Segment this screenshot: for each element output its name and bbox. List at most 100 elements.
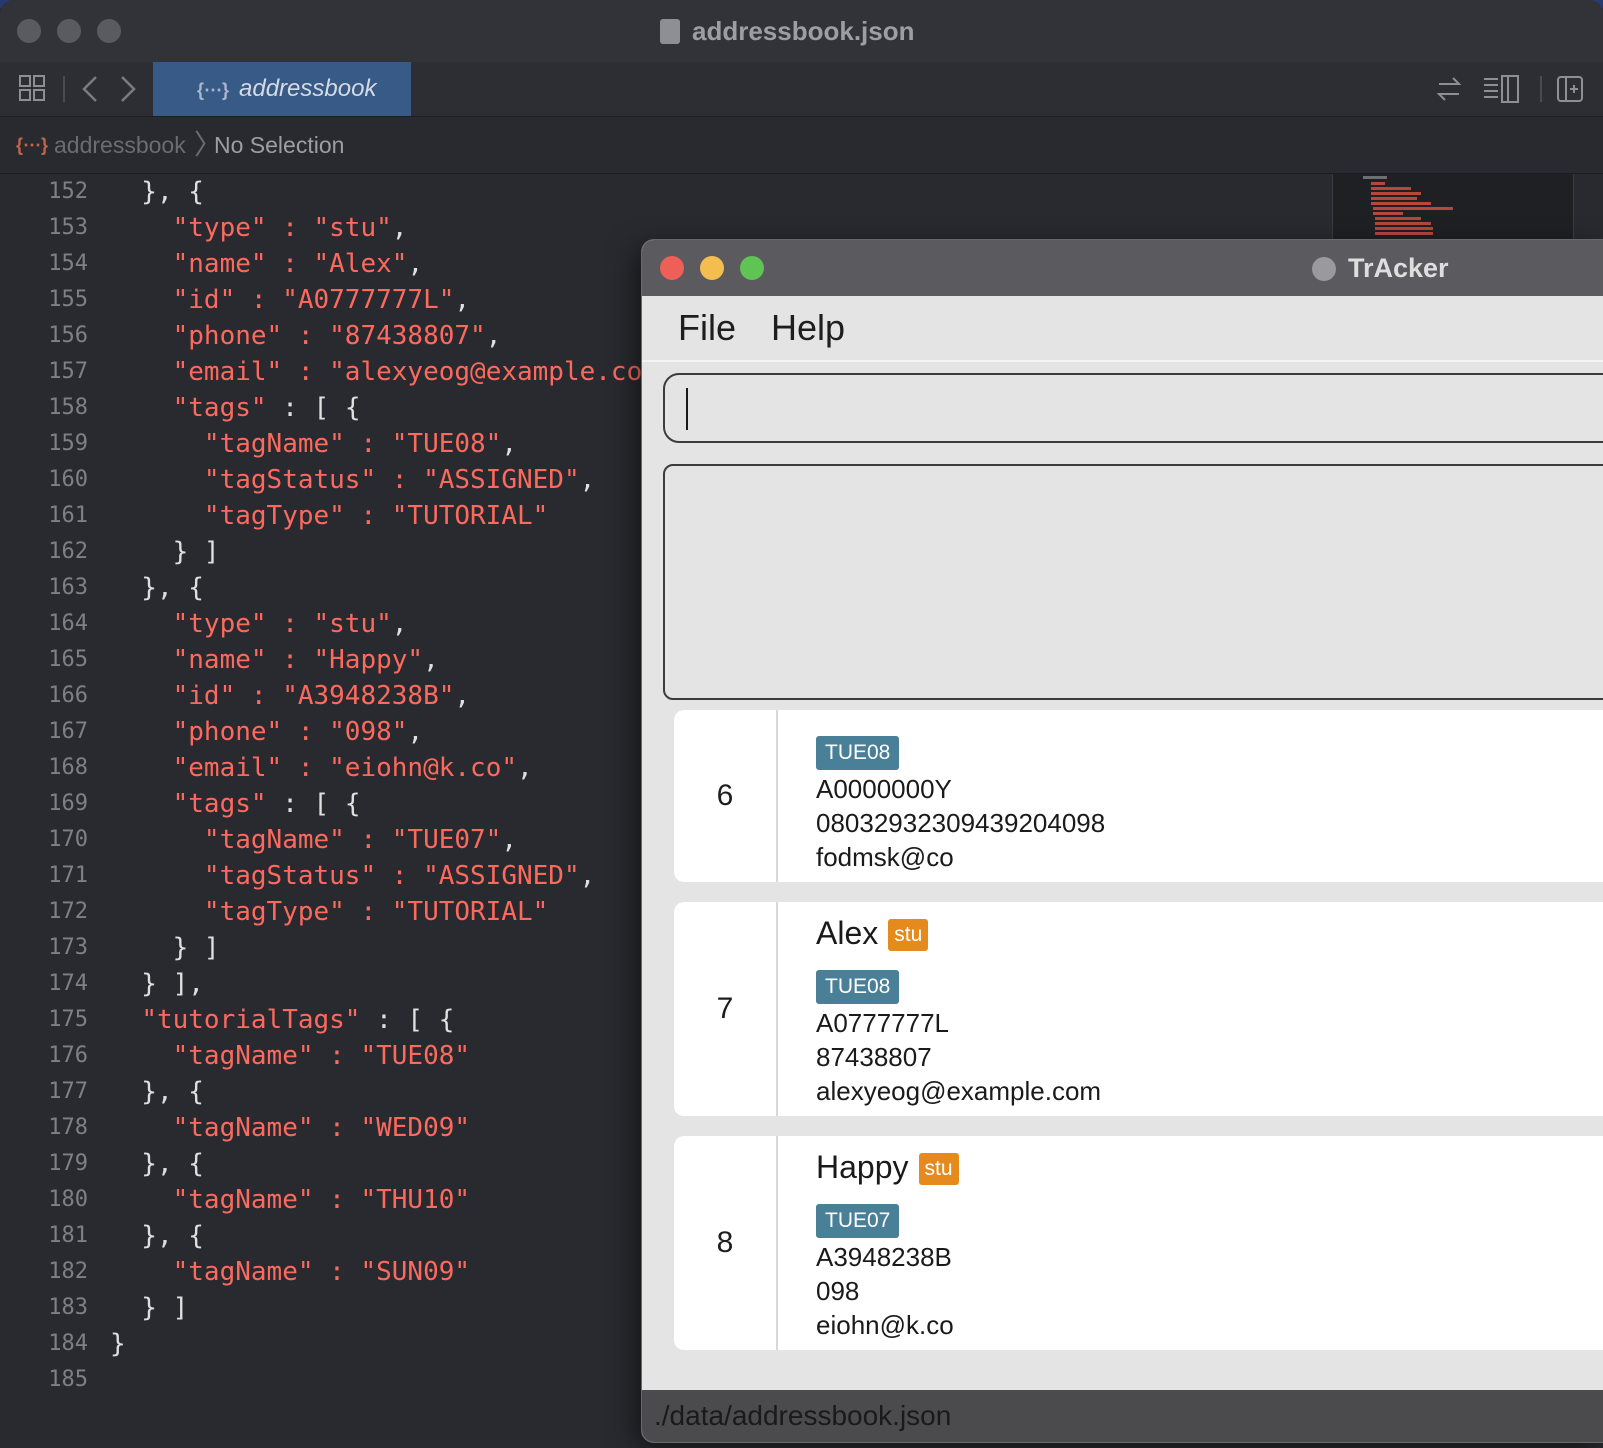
code-line[interactable] — [110, 1362, 670, 1398]
code-line[interactable]: "tagName" : "THU10" — [110, 1182, 670, 1218]
tab-addressbook[interactable]: {⋯} addressbook — [153, 62, 411, 116]
code-punctuation — [110, 645, 173, 675]
code-line[interactable]: }, { — [110, 1074, 670, 1110]
code-string: "type" : "stu" — [172, 213, 392, 243]
person-email: alexyeog@example.com — [816, 1076, 1102, 1106]
minimap[interactable] — [1332, 174, 1574, 241]
line-number: 159 — [48, 431, 88, 456]
code-punctuation: , — [517, 753, 533, 783]
code-line[interactable]: "tagName" : "TUE08", — [110, 426, 670, 462]
code-line[interactable]: "type" : "stu", — [110, 210, 670, 246]
code-line[interactable]: } — [110, 1326, 670, 1362]
code-punctuation — [110, 501, 204, 531]
document-icon — [660, 19, 680, 44]
code-line[interactable]: "id" : "A3948238B", — [110, 678, 670, 714]
person-name: Alex — [816, 915, 879, 951]
code-punctuation — [110, 609, 173, 639]
code-punctuation — [110, 1257, 173, 1287]
close-button[interactable] — [660, 256, 684, 280]
tab-label: addressbook — [239, 75, 377, 102]
json-file-icon: {⋯} — [16, 135, 49, 155]
code-string: "tagType" : "TUTORIAL" — [203, 897, 549, 927]
code-string: "tutorialTags" — [141, 1005, 361, 1035]
code-line[interactable]: "tagStatus" : "ASSIGNED", — [110, 858, 670, 894]
zoom-button[interactable] — [97, 19, 121, 43]
code-line[interactable]: "tags" : [ { — [110, 390, 670, 426]
command-input[interactable] — [663, 373, 1603, 443]
breadcrumb-selection[interactable]: No Selection — [214, 117, 344, 173]
code-text[interactable]: }, { "type" : "stu", "name" : "Alex", "i… — [110, 174, 670, 1448]
code-line[interactable]: } ], — [110, 966, 670, 1002]
person-details: TUE08 A0000000Y 08032932309439204098 fod… — [816, 736, 1105, 874]
code-line[interactable]: "phone" : "098", — [110, 714, 670, 750]
grid-icon[interactable] — [18, 74, 46, 102]
code-line[interactable]: "tagName" : "SUN09" — [110, 1254, 670, 1290]
line-number: 182 — [48, 1259, 88, 1284]
code-punctuation: , — [423, 645, 439, 675]
code-line[interactable]: "tagType" : "TUTORIAL" — [110, 894, 670, 930]
forward-arrow-icon[interactable] — [118, 74, 138, 104]
code-line[interactable]: "tags" : [ { — [110, 786, 670, 822]
code-string: "type" : "stu" — [172, 609, 392, 639]
person-id: A0000000Y — [816, 774, 952, 804]
add-editor-icon[interactable] — [1556, 75, 1584, 103]
zoom-button[interactable] — [740, 256, 764, 280]
toolbar-divider — [63, 76, 65, 102]
person-card[interactable]: 8 Happy stu TUE07 A3948238B 098 eiohn@k.c… — [674, 1136, 1603, 1350]
tracker-title-text: TrAcker — [1348, 253, 1449, 283]
code-line[interactable]: "name" : "Happy", — [110, 642, 670, 678]
code-line[interactable]: "id" : "A0777777L", — [110, 282, 670, 318]
code-line[interactable]: "tutorialTags" : [ { — [110, 1002, 670, 1038]
editor-options-icon[interactable] — [1482, 74, 1520, 104]
person-card[interactable]: 6 TUE08 A0000000Y 08032932309439204098 f… — [674, 710, 1603, 882]
person-index: 6 — [674, 710, 778, 882]
close-button[interactable] — [17, 19, 41, 43]
person-card[interactable]: 7 Alex stu TUE08 A0777777L 87438807 alexy… — [674, 902, 1603, 1116]
code-string: "tagName" : "THU10" — [172, 1185, 471, 1215]
code-line[interactable]: }, { — [110, 1218, 670, 1254]
line-number: 169 — [48, 791, 88, 816]
code-string: "id" : "A3948238B" — [172, 681, 455, 711]
code-punctuation — [110, 1041, 173, 1071]
code-line[interactable]: "phone" : "87438807", — [110, 318, 670, 354]
code-line[interactable]: "name" : "Alex", — [110, 246, 670, 282]
code-line[interactable]: }, { — [110, 570, 670, 606]
code-punctuation: : [ { — [266, 789, 361, 819]
minimize-button[interactable] — [700, 256, 724, 280]
menu-help[interactable]: Help — [771, 296, 845, 360]
code-line[interactable]: "tagName" : "WED09" — [110, 1110, 670, 1146]
code-line[interactable]: } ] — [110, 930, 670, 966]
person-name-row: Alex stu — [816, 908, 1101, 958]
line-number: 175 — [48, 1007, 88, 1032]
code-string: "tagName" : "TUE07" — [203, 825, 502, 855]
code-line[interactable]: } ] — [110, 534, 670, 570]
line-number: 170 — [48, 827, 88, 852]
code-line[interactable]: }, { — [110, 1146, 670, 1182]
code-line[interactable]: "tagName" : "TUE08" — [110, 1038, 670, 1074]
code-line[interactable]: "type" : "stu", — [110, 606, 670, 642]
code-string: "tagName" : "WED09" — [172, 1113, 471, 1143]
swap-arrows-icon[interactable] — [1435, 75, 1463, 103]
back-arrow-icon[interactable] — [80, 74, 100, 104]
line-number: 179 — [48, 1151, 88, 1176]
code-line[interactable]: "tagStatus" : "ASSIGNED", — [110, 462, 670, 498]
code-punctuation — [110, 357, 173, 387]
code-line[interactable]: "email" : "eiohn@k.co", — [110, 750, 670, 786]
code-line[interactable]: "tagType" : "TUTORIAL" — [110, 498, 670, 534]
code-punctuation — [110, 1005, 141, 1035]
minimize-button[interactable] — [57, 19, 81, 43]
code-punctuation — [110, 1113, 173, 1143]
menu-file[interactable]: File — [678, 296, 736, 360]
line-number: 152 — [48, 179, 88, 204]
code-punctuation: , — [391, 213, 408, 243]
code-line[interactable]: }, { — [110, 174, 670, 210]
line-number: 177 — [48, 1079, 88, 1104]
code-string: "tagStatus" : "ASSIGNED" — [203, 465, 580, 495]
tracker-window: TrAcker File Help 6 TUE08 A0000000Y 0803… — [642, 240, 1603, 1442]
code-line[interactable]: "email" : "alexyeog@example.co — [110, 354, 670, 390]
line-number: 184 — [48, 1331, 88, 1356]
code-line[interactable]: } ] — [110, 1290, 670, 1326]
code-punctuation: }, { — [110, 573, 204, 603]
breadcrumb-file[interactable]: addressbook — [54, 117, 186, 173]
code-line[interactable]: "tagName" : "TUE07", — [110, 822, 670, 858]
